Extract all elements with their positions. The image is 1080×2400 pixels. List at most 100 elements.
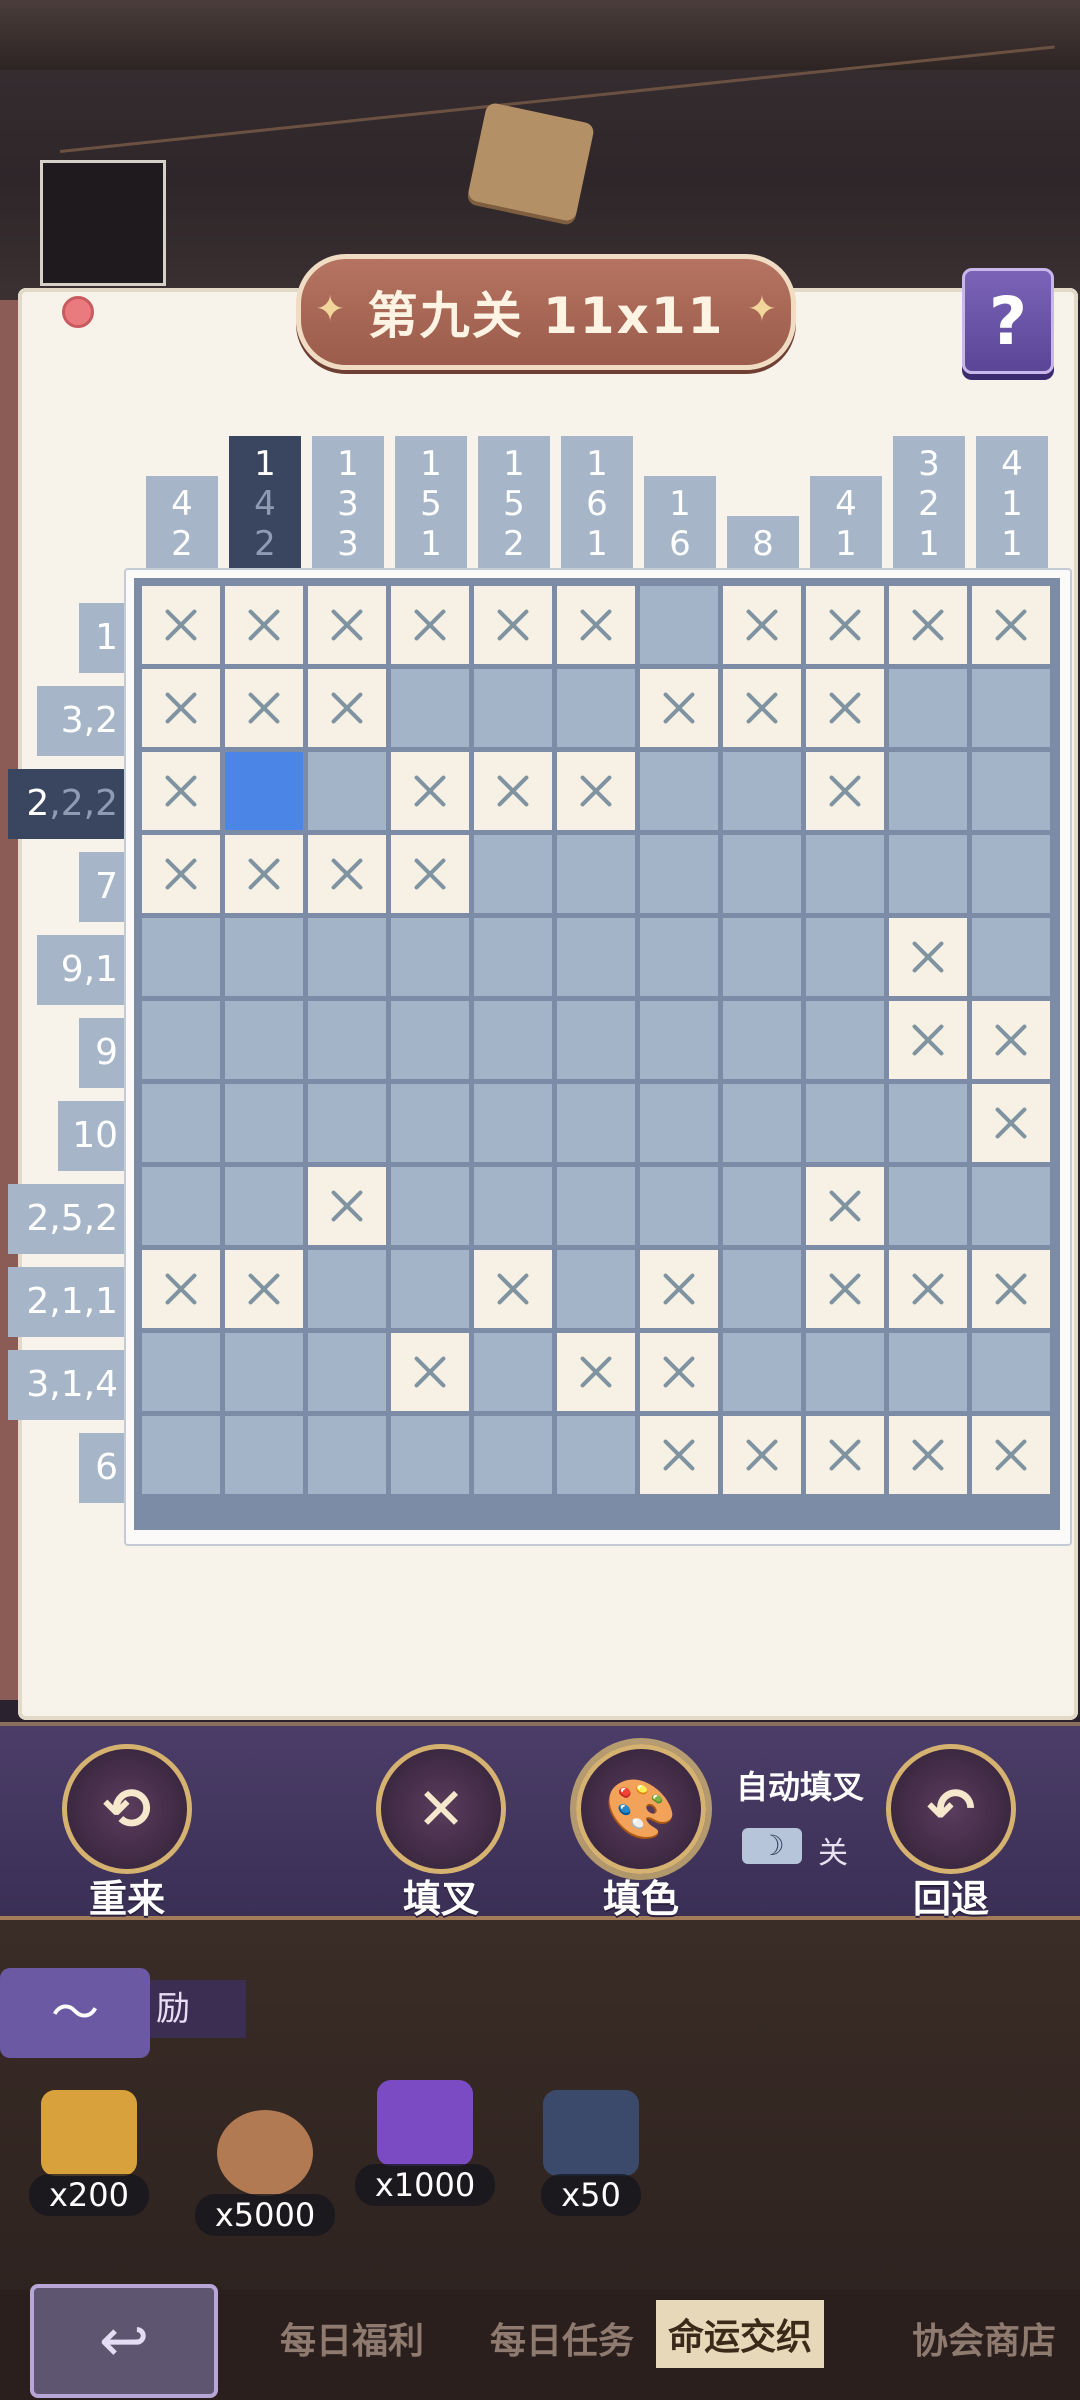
tab-daily-tasks[interactable]: 每日任务 [490,2312,634,2364]
grid-cell[interactable] [889,1167,967,1245]
grid-cell[interactable] [723,1167,801,1245]
grid-cell[interactable] [142,1084,220,1162]
grid-cell[interactable] [723,1250,801,1328]
grid-cell-crossed[interactable] [972,1084,1050,1162]
auto-fill-toggle[interactable]: ☽ [742,1828,802,1864]
grid-cell-crossed[interactable] [557,1333,635,1411]
grid-cell[interactable] [889,1333,967,1411]
grid-cell[interactable] [889,752,967,830]
grid-cell[interactable] [723,1333,801,1411]
grid-cell-filled[interactable] [225,752,303,830]
grid-cell-crossed[interactable] [142,669,220,747]
grid-cell-crossed[interactable] [142,1250,220,1328]
tab-daily-welfare[interactable]: 每日福利 [280,2312,424,2364]
grid-cell[interactable] [640,1001,718,1079]
grid-cell-crossed[interactable] [640,669,718,747]
grid-cell-crossed[interactable] [225,586,303,664]
grid-cell-crossed[interactable] [806,1250,884,1328]
grid-cell[interactable] [723,835,801,913]
grid-cell[interactable] [474,1167,552,1245]
reward-item[interactable]: x200 [24,2090,154,2216]
grid-cell[interactable] [391,918,469,996]
grid-cell-crossed[interactable] [806,1416,884,1494]
grid-cell-crossed[interactable] [474,1250,552,1328]
grid-cell[interactable] [640,1084,718,1162]
grid-cell[interactable] [474,669,552,747]
cross-mode-button[interactable]: ✕ 填叉 [366,1744,516,1923]
grid-cell-crossed[interactable] [806,752,884,830]
grid-cell[interactable] [391,1167,469,1245]
grid-cell-crossed[interactable] [640,1250,718,1328]
tab-fate-weave[interactable]: 命运交织 [656,2300,825,2368]
grid-cell[interactable] [142,1416,220,1494]
reward-item[interactable]: x1000 [350,2080,500,2206]
grid-cell-crossed[interactable] [308,586,386,664]
grid-cell[interactable] [889,669,967,747]
grid-cell[interactable] [308,1333,386,1411]
grid-cell-crossed[interactable] [640,1416,718,1494]
grid-cell[interactable] [474,1084,552,1162]
grid-cell[interactable] [308,1084,386,1162]
back-button[interactable]: ↩ [30,2284,218,2398]
grid-cell-crossed[interactable] [889,1250,967,1328]
grid-cell[interactable] [723,1084,801,1162]
grid-cell[interactable] [557,669,635,747]
grid-cell[interactable] [806,1333,884,1411]
grid-cell[interactable] [474,918,552,996]
grid-cell[interactable] [142,918,220,996]
grid-cell[interactable] [723,752,801,830]
grid-cell-crossed[interactable] [225,669,303,747]
grid-cell-crossed[interactable] [640,1333,718,1411]
grid-cell[interactable] [972,1333,1050,1411]
grid-cell-crossed[interactable] [474,752,552,830]
grid-cell[interactable] [889,835,967,913]
grid-cell[interactable] [723,1001,801,1079]
grid-cell-crossed[interactable] [557,752,635,830]
grid-cell[interactable] [391,1416,469,1494]
grid-cell[interactable] [640,752,718,830]
grid-cell-crossed[interactable] [723,669,801,747]
grid-cell[interactable] [225,1167,303,1245]
grid-cell[interactable] [142,1333,220,1411]
grid-cell[interactable] [972,752,1050,830]
grid-cell[interactable] [308,1001,386,1079]
reward-item[interactable]: x5000 [190,2110,340,2236]
grid-cell[interactable] [142,1001,220,1079]
grid-cell[interactable] [225,918,303,996]
grid-cell-crossed[interactable] [142,835,220,913]
grid-cell[interactable] [806,918,884,996]
grid-cell-crossed[interactable] [889,1001,967,1079]
grid-cell-crossed[interactable] [308,1167,386,1245]
grid-cell-crossed[interactable] [972,586,1050,664]
fill-mode-button[interactable]: 🎨 填色 [566,1744,716,1923]
grid-cell[interactable] [972,835,1050,913]
grid-cell[interactable] [557,1084,635,1162]
grid-cell[interactable] [474,1333,552,1411]
grid-cell[interactable] [474,1001,552,1079]
grid-cell[interactable] [391,1001,469,1079]
grid-cell[interactable] [391,669,469,747]
reward-item[interactable]: x50 [516,2090,666,2216]
grid-cell[interactable] [391,1084,469,1162]
grid-cell[interactable] [308,752,386,830]
grid-cell-crossed[interactable] [972,1001,1050,1079]
grid-cell-crossed[interactable] [889,918,967,996]
grid-cell-crossed[interactable] [308,669,386,747]
grid-cell-crossed[interactable] [391,586,469,664]
grid-cell-crossed[interactable] [474,586,552,664]
grid-cell-crossed[interactable] [723,1416,801,1494]
grid-cell[interactable] [308,918,386,996]
grid-cell[interactable] [806,835,884,913]
grid-cell-crossed[interactable] [391,1333,469,1411]
grid-cell[interactable] [557,918,635,996]
grid-cell[interactable] [474,1416,552,1494]
grid-cell[interactable] [557,835,635,913]
grid-cell-crossed[interactable] [391,752,469,830]
undo-button[interactable]: ↶ 回退 [876,1744,1026,1923]
grid-cell-crossed[interactable] [142,752,220,830]
grid-cell[interactable] [806,1084,884,1162]
grid-cell[interactable] [557,1416,635,1494]
tab-guild-shop[interactable]: 协会商店 [912,2312,1056,2364]
grid-cell-crossed[interactable] [889,1416,967,1494]
grid-cell[interactable] [142,1167,220,1245]
